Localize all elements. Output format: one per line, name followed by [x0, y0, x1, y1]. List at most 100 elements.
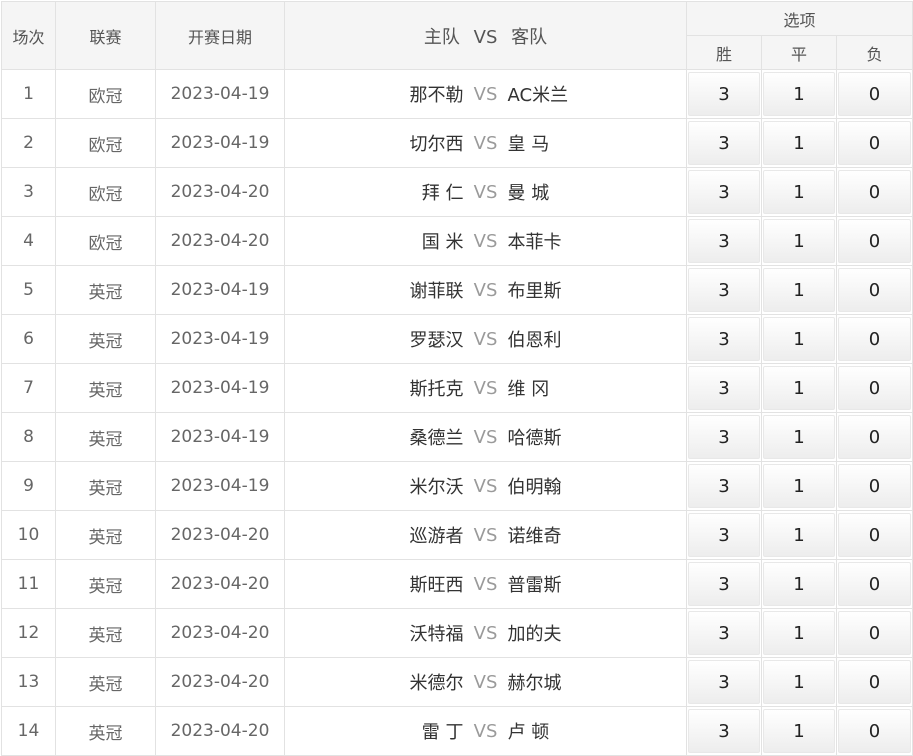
- match-index: 2: [1, 118, 56, 168]
- draw-option-button[interactable]: 1: [763, 72, 835, 116]
- option-cell-lose: 0: [835, 657, 913, 707]
- option-cell-draw: 1: [761, 657, 837, 707]
- vs-label: VS: [473, 328, 498, 350]
- match-teams: 罗瑟汉 VS 伯恩利: [284, 314, 687, 364]
- draw-option-button[interactable]: 1: [763, 415, 835, 459]
- win-option-button[interactable]: 3: [688, 366, 760, 410]
- table-row: 13 英冠 2023-04-20 米德尔 VS 赫尔城 3 1 0: [1, 657, 913, 707]
- win-option-button[interactable]: 3: [688, 709, 760, 753]
- vs-label: VS: [473, 524, 498, 546]
- home-team: 斯托克: [409, 379, 464, 400]
- option-cell-win: 3: [686, 706, 762, 756]
- lose-option-button[interactable]: 0: [838, 366, 912, 410]
- option-cell-draw: 1: [761, 167, 837, 217]
- option-cell-draw: 1: [761, 461, 837, 511]
- table-row: 4 欧冠 2023-04-20 国 米 VS 本菲卡 3 1 0: [1, 216, 913, 266]
- draw-option-button[interactable]: 1: [763, 611, 835, 655]
- lose-option-button[interactable]: 0: [838, 562, 912, 606]
- match-table: 场次 联赛 开赛日期 主队 VS 客队 选项 胜 平 负 1 欧冠 2023-0…: [1, 1, 913, 756]
- option-cell-win: 3: [686, 118, 762, 168]
- win-option-button[interactable]: 3: [688, 219, 760, 263]
- lose-option-button[interactable]: 0: [838, 121, 912, 165]
- table-row: 11 英冠 2023-04-20 斯旺西 VS 普雷斯 3 1 0: [1, 559, 913, 609]
- col-header-draw: 平: [761, 35, 837, 70]
- draw-option-button[interactable]: 1: [763, 562, 835, 606]
- draw-option-button[interactable]: 1: [763, 709, 835, 753]
- draw-option-button[interactable]: 1: [763, 219, 835, 263]
- match-teams: 米尔沃 VS 伯明翰: [284, 461, 687, 511]
- away-team: 哈德斯: [507, 428, 562, 449]
- win-option-button[interactable]: 3: [688, 562, 760, 606]
- lose-option-button[interactable]: 0: [838, 464, 912, 508]
- win-option-button[interactable]: 3: [688, 121, 760, 165]
- option-cell-lose: 0: [835, 314, 913, 364]
- col-header-date: 开赛日期: [155, 1, 285, 70]
- match-teams: 切尔西 VS 皇 马: [284, 118, 687, 168]
- option-cell-win: 3: [686, 265, 762, 315]
- table-row: 1 欧冠 2023-04-19 那不勒 VS AC米兰 3 1 0: [1, 69, 913, 119]
- draw-option-button[interactable]: 1: [763, 660, 835, 704]
- lose-option-button[interactable]: 0: [838, 513, 912, 557]
- option-cell-win: 3: [686, 216, 762, 266]
- home-team: 桑德兰: [409, 428, 464, 449]
- win-option-button[interactable]: 3: [688, 415, 760, 459]
- option-cell-draw: 1: [761, 118, 837, 168]
- away-team: 皇 马: [507, 134, 550, 155]
- option-cell-draw: 1: [761, 314, 837, 364]
- draw-option-button[interactable]: 1: [763, 464, 835, 508]
- win-option-button[interactable]: 3: [688, 72, 760, 116]
- draw-option-button[interactable]: 1: [763, 513, 835, 557]
- option-cell-win: 3: [686, 657, 762, 707]
- table-row: 5 英冠 2023-04-19 谢菲联 VS 布里斯 3 1 0: [1, 265, 913, 315]
- lose-option-button[interactable]: 0: [838, 72, 912, 116]
- option-cell-lose: 0: [835, 265, 913, 315]
- table-row: 6 英冠 2023-04-19 罗瑟汉 VS 伯恩利 3 1 0: [1, 314, 913, 364]
- vs-label: VS: [473, 83, 498, 105]
- draw-option-button[interactable]: 1: [763, 317, 835, 361]
- table-row: 14 英冠 2023-04-20 雷 丁 VS 卢 顿 3 1 0: [1, 706, 913, 756]
- lose-option-button[interactable]: 0: [838, 268, 912, 312]
- option-cell-lose: 0: [835, 167, 913, 217]
- lose-option-button[interactable]: 0: [838, 611, 912, 655]
- col-header-index: 场次: [1, 1, 56, 70]
- col-header-lose: 负: [835, 35, 913, 70]
- lose-option-button[interactable]: 0: [838, 660, 912, 704]
- table-row: 7 英冠 2023-04-19 斯托克 VS 维 冈 3 1 0: [1, 363, 913, 413]
- match-date: 2023-04-19: [155, 412, 285, 462]
- match-teams: 拜 仁 VS 曼 城: [284, 167, 687, 217]
- win-option-button[interactable]: 3: [688, 513, 760, 557]
- table-row: 2 欧冠 2023-04-19 切尔西 VS 皇 马 3 1 0: [1, 118, 913, 168]
- away-team: 伯恩利: [507, 330, 562, 351]
- match-teams: 米德尔 VS 赫尔城: [284, 657, 687, 707]
- col-header-league: 联赛: [55, 1, 156, 70]
- win-option-button[interactable]: 3: [688, 611, 760, 655]
- match-date: 2023-04-19: [155, 314, 285, 364]
- win-option-button[interactable]: 3: [688, 268, 760, 312]
- win-option-button[interactable]: 3: [688, 170, 760, 214]
- lose-option-button[interactable]: 0: [838, 170, 912, 214]
- away-team: 伯明翰: [507, 477, 562, 498]
- option-cell-lose: 0: [835, 216, 913, 266]
- option-cell-draw: 1: [761, 265, 837, 315]
- win-option-button[interactable]: 3: [688, 317, 760, 361]
- draw-option-button[interactable]: 1: [763, 268, 835, 312]
- win-option-button[interactable]: 3: [688, 660, 760, 704]
- lose-option-button[interactable]: 0: [838, 219, 912, 263]
- match-date: 2023-04-19: [155, 69, 285, 119]
- lose-option-button[interactable]: 0: [838, 415, 912, 459]
- lose-option-button[interactable]: 0: [838, 709, 912, 753]
- draw-option-button[interactable]: 1: [763, 121, 835, 165]
- home-team: 沃特福: [409, 624, 464, 645]
- match-index: 6: [1, 314, 56, 364]
- vs-label: VS: [473, 573, 498, 595]
- vs-label: VS: [473, 426, 498, 448]
- option-cell-win: 3: [686, 363, 762, 413]
- lose-option-button[interactable]: 0: [838, 317, 912, 361]
- option-cell-lose: 0: [835, 363, 913, 413]
- match-date: 2023-04-20: [155, 167, 285, 217]
- draw-option-button[interactable]: 1: [763, 366, 835, 410]
- match-index: 14: [1, 706, 56, 756]
- win-option-button[interactable]: 3: [688, 464, 760, 508]
- option-cell-lose: 0: [835, 412, 913, 462]
- draw-option-button[interactable]: 1: [763, 170, 835, 214]
